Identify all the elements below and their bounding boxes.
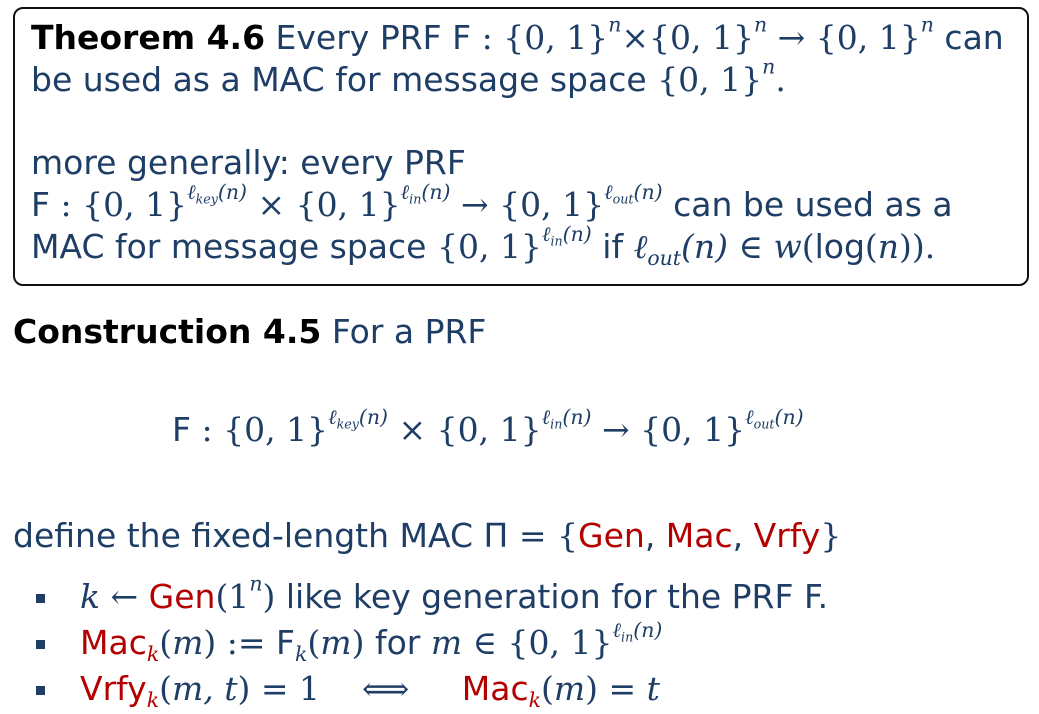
theorem-text-can: can xyxy=(944,18,1004,57)
prf-symbol: F xyxy=(276,623,296,662)
mac-label: Mac xyxy=(461,669,529,708)
gen-label: Gen xyxy=(148,577,216,616)
bullet-text: for xyxy=(374,623,421,662)
construction-title: Construction 4.5 xyxy=(13,312,322,351)
display-equation: F : {0, 1}ℓkey(n) × {0, 1}ℓin(n) → {0, 1… xyxy=(172,404,804,449)
mac-label: Mac xyxy=(80,623,147,662)
theorem-line-3: more generally: every PRF xyxy=(31,142,1013,184)
theorem-text: MAC for message space xyxy=(31,227,427,266)
definition-text: define the fixed-length MAC xyxy=(13,516,474,555)
prf-symbol: F xyxy=(172,410,191,449)
bullet-icon xyxy=(36,640,45,649)
bullet-icon xyxy=(36,686,45,695)
vrfy-label: Vrfy xyxy=(80,669,147,708)
theorem-line-1: Theorem 4.6 Every PRF F : {0, 1}n×{0, 1}… xyxy=(31,12,1004,57)
definition-line: define the fixed-length MAC Π = {Gen, Ma… xyxy=(13,516,842,555)
theorem-title: Theorem 4.6 xyxy=(31,18,266,57)
mac-label: Mac xyxy=(665,516,733,555)
theorem-box: Theorem 4.6 Every PRF F : {0, 1}n×{0, 1}… xyxy=(13,7,1029,286)
construction-intro: For a PRF xyxy=(331,312,487,351)
theorem-text-if: if xyxy=(602,227,624,266)
theorem-line-2: be used as a MAC for message space {0, 1… xyxy=(31,54,786,99)
bullet-icon xyxy=(36,594,45,603)
theorem-text: more generally: every PRF xyxy=(31,143,466,182)
prf-symbol: F xyxy=(31,185,50,224)
theorem-line-5: MAC for message space {0, 1}ℓin(n) if ℓo… xyxy=(31,221,936,271)
theorem-text: Every PRF F xyxy=(275,18,472,57)
theorem-line-4: F : {0, 1}ℓkey(n) × {0, 1}ℓin(n) → {0, 1… xyxy=(31,179,953,224)
gen-label: Gen xyxy=(578,516,645,555)
theorem-text: can be used as a xyxy=(673,185,953,224)
theorem-text: be used as a MAC for message space xyxy=(31,60,647,99)
construction-heading: Construction 4.5 For a PRF xyxy=(13,310,486,354)
list-item: Vrfyk(m, t) = 1 ⟺ Mack(m) = t xyxy=(28,666,828,712)
bullet-list: k ← Gen(1n) like key generation for the … xyxy=(28,573,829,712)
bullet-text: like key generation for the PRF F. xyxy=(285,577,829,616)
vrfy-label: Vrfy xyxy=(753,516,821,555)
list-item: Mack(m) := Fk(m) for m ∈ {0, 1}ℓin(n) xyxy=(28,619,828,666)
list-item: k ← Gen(1n) like key generation for the … xyxy=(28,573,829,620)
pi-symbol: Π xyxy=(483,516,509,555)
log-text: log xyxy=(814,227,865,266)
